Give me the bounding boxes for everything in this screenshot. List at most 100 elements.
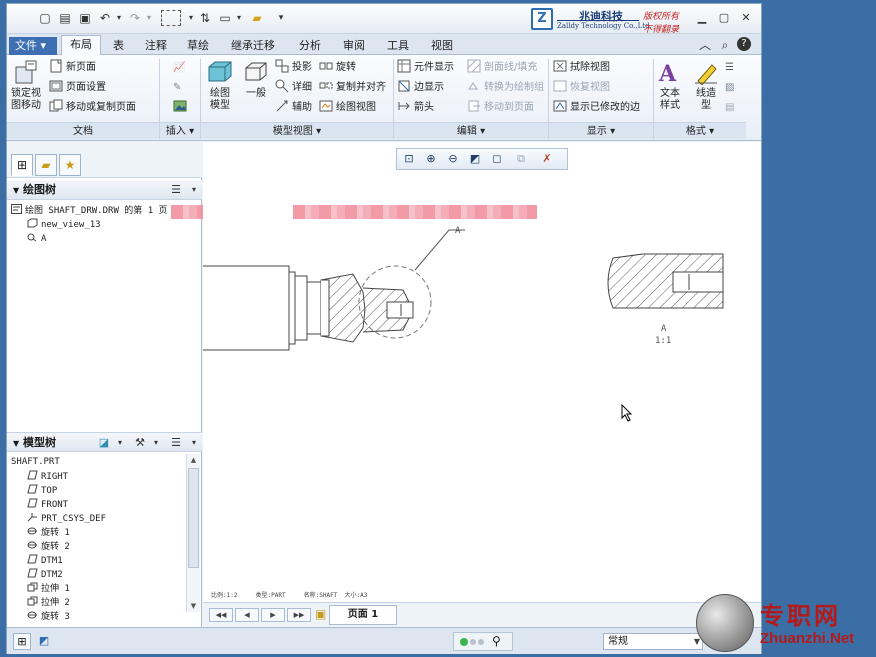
auxiliary-view-button[interactable]: 辅助 xyxy=(275,99,312,117)
find-icon[interactable]: ⚲ xyxy=(492,634,501,648)
move-copy-page-button[interactable]: 移动或复制页面 xyxy=(49,99,136,117)
redo-dropdown-icon[interactable]: ▾ xyxy=(141,10,157,26)
model-tree-node[interactable]: TOP xyxy=(27,484,57,498)
page-tab[interactable]: 页面 1 xyxy=(329,605,397,625)
new-page-tab-icon[interactable]: ▣ xyxy=(315,607,326,621)
model-tree-node[interactable]: 旋转 3 xyxy=(27,610,70,624)
drawing-model-button[interactable]: 绘图 模型 xyxy=(203,59,237,112)
show-modified-edges-button[interactable]: 显示已修改的边 xyxy=(553,99,640,117)
model-tree-scrollbar[interactable]: ▲ ▼ xyxy=(186,454,200,612)
lock-view-move-button[interactable]: 锁定视 图移动 xyxy=(9,59,43,112)
save-icon[interactable]: ▣ xyxy=(77,10,93,26)
model-tree-node[interactable]: 拉伸 2 xyxy=(27,596,70,610)
erase-view-button[interactable]: 拭除视图 xyxy=(553,59,610,77)
general-view-button[interactable]: 一般 xyxy=(239,59,273,100)
drawing-tree-root[interactable]: 绘图 SHAFT_DRW.DRW 的第 1 页 xyxy=(11,204,168,218)
insert-chart-icon[interactable]: 📈 xyxy=(173,59,185,77)
show-navigator-icon[interactable]: ⊞ xyxy=(13,633,31,650)
model-tree-tab-icon[interactable]: ⊞ xyxy=(11,154,33,176)
element-display-button[interactable]: 元件显示 xyxy=(397,59,454,77)
customize-toolbar-icon[interactable]: ▾ xyxy=(273,10,289,26)
new-file-icon[interactable]: ▢ xyxy=(37,10,53,26)
tree-filter-dropdown-icon[interactable]: ▾ xyxy=(149,436,163,450)
tree-settings-dropdown-icon[interactable]: ▾ xyxy=(187,183,201,197)
insert-sketch-icon[interactable]: ✎ xyxy=(173,79,181,97)
previous-page-icon[interactable]: ◀ xyxy=(235,608,259,622)
tab-tools[interactable]: 工具 xyxy=(379,37,417,55)
maximize-icon[interactable]: ▢ xyxy=(717,11,731,25)
model-tree-node[interactable]: DTM1 xyxy=(27,554,63,568)
select-box-icon[interactable] xyxy=(161,10,181,26)
insert-image-icon[interactable] xyxy=(173,99,187,117)
folder-browser-tab-icon[interactable]: ▰ xyxy=(35,154,57,176)
drawing-tree-node[interactable]: A xyxy=(27,232,46,246)
model-tree-node[interactable]: PRT_CSYS_DEF xyxy=(27,512,106,526)
tab-analysis[interactable]: 分析 xyxy=(291,37,329,55)
new-page-button[interactable]: 新页面 xyxy=(49,59,96,77)
model-tree-node[interactable]: RIGHT xyxy=(27,470,68,484)
model-tree-node[interactable]: 旋转 1 xyxy=(27,526,70,540)
hatch-icon[interactable]: ▨ xyxy=(725,79,734,97)
model-tree-node[interactable]: DTM2 xyxy=(27,568,63,582)
search-icon[interactable]: ⌕ xyxy=(717,37,733,53)
tab-review[interactable]: 审阅 xyxy=(335,37,373,55)
tree-filter-icon[interactable]: ⚒ xyxy=(133,436,147,450)
model-display-dropdown-icon[interactable]: ▾ xyxy=(113,436,127,450)
regenerate-icon[interactable]: ⇅ xyxy=(197,10,213,26)
minimize-icon[interactable]: ▁ xyxy=(695,11,709,25)
model-tree-settings-dropdown-icon[interactable]: ▾ xyxy=(187,436,201,450)
arrow-button[interactable]: 箭头 xyxy=(397,99,434,117)
drawing-tree-node[interactable]: new_view_13 xyxy=(27,218,101,232)
next-page-icon[interactable]: ▶ xyxy=(261,608,285,622)
convert-draw-group-button[interactable]: 转换为绘制组 xyxy=(467,79,544,97)
help-icon[interactable]: ? xyxy=(737,37,751,51)
page-setup-button[interactable]: 页面设置 xyxy=(49,79,106,97)
tab-sketch[interactable]: 草绘 xyxy=(179,37,217,55)
copy-align-view-button[interactable]: 复制并对齐 xyxy=(319,79,386,97)
tab-table[interactable]: 表 xyxy=(105,37,132,55)
windows-dropdown-icon[interactable]: ▾ xyxy=(231,10,247,26)
first-page-icon[interactable]: ◀◀ xyxy=(209,608,233,622)
drawing-canvas[interactable]: ⊡ ⊕ ⊖ ◩ ◻ ⧉ ✗ A A 1:1 比例:1:2 类型:PART 名称:… xyxy=(203,142,761,602)
folder-icon[interactable]: ▰ xyxy=(249,10,265,26)
tab-annotate[interactable]: 注释 xyxy=(137,37,175,55)
scrollbar-thumb[interactable] xyxy=(188,468,199,568)
tab-view[interactable]: 视图 xyxy=(423,37,461,55)
detail-view[interactable] xyxy=(607,253,724,309)
format-settings-icon[interactable]: ☰ xyxy=(725,59,734,77)
restore-view-button[interactable]: 恢复视图 xyxy=(553,79,610,97)
line-style-button[interactable]: 线造 型 xyxy=(689,59,723,112)
revolve-view-button[interactable]: 旋转 xyxy=(319,59,356,77)
section-line-fill-button[interactable]: 剖面线/填充 xyxy=(467,59,537,77)
model-tree-node[interactable]: 旋转 2 xyxy=(27,540,70,554)
undo-dropdown-icon[interactable]: ▾ xyxy=(111,10,127,26)
projection-view-button[interactable]: 投影 xyxy=(275,59,312,77)
model-tree-node[interactable]: FRONT xyxy=(27,498,68,512)
close-icon[interactable]: ✕ xyxy=(739,11,753,25)
detail-view-button[interactable]: 详细 xyxy=(275,79,312,97)
tab-legacy-migration[interactable]: 继承迁移 xyxy=(223,37,283,55)
tree-settings-icon[interactable]: ☰ xyxy=(169,183,183,197)
model-tree-settings-icon[interactable]: ☰ xyxy=(169,436,183,450)
tab-file[interactable]: 文件 ▾ xyxy=(9,37,57,55)
collapse-icon[interactable]: ▼ xyxy=(13,186,19,195)
model-display-icon[interactable]: ◪ xyxy=(97,436,111,450)
model-tree-node[interactable]: SHAFT.PRT xyxy=(11,456,60,469)
main-view[interactable] xyxy=(203,265,414,351)
show-browser-icon[interactable]: ◩ xyxy=(35,633,53,650)
tab-layout[interactable]: 布局 xyxy=(61,35,101,55)
last-page-icon[interactable]: ▶▶ xyxy=(287,608,311,622)
collapse-icon[interactable]: ▼ xyxy=(13,439,19,448)
favorites-tab-icon[interactable]: ★ xyxy=(59,154,81,176)
stamp-icon[interactable]: ▤ xyxy=(725,99,734,117)
move-to-page-button[interactable]: 移动到页面 xyxy=(467,99,534,117)
scroll-up-icon[interactable]: ▲ xyxy=(187,454,200,466)
text-style-button[interactable]: A 文本 样式 xyxy=(653,59,687,112)
drawing-view-button[interactable]: 绘图视图 xyxy=(319,99,376,117)
scroll-down-icon[interactable]: ▼ xyxy=(187,600,200,612)
selection-filter-select[interactable]: 常规 ▼ xyxy=(603,633,703,650)
edge-display-button[interactable]: 边显示 xyxy=(397,79,444,97)
model-tree-node[interactable]: 拉伸 1 xyxy=(27,582,70,596)
open-file-icon[interactable]: ▤ xyxy=(57,10,73,26)
collapse-ribbon-icon[interactable]: ︿ xyxy=(697,37,713,53)
